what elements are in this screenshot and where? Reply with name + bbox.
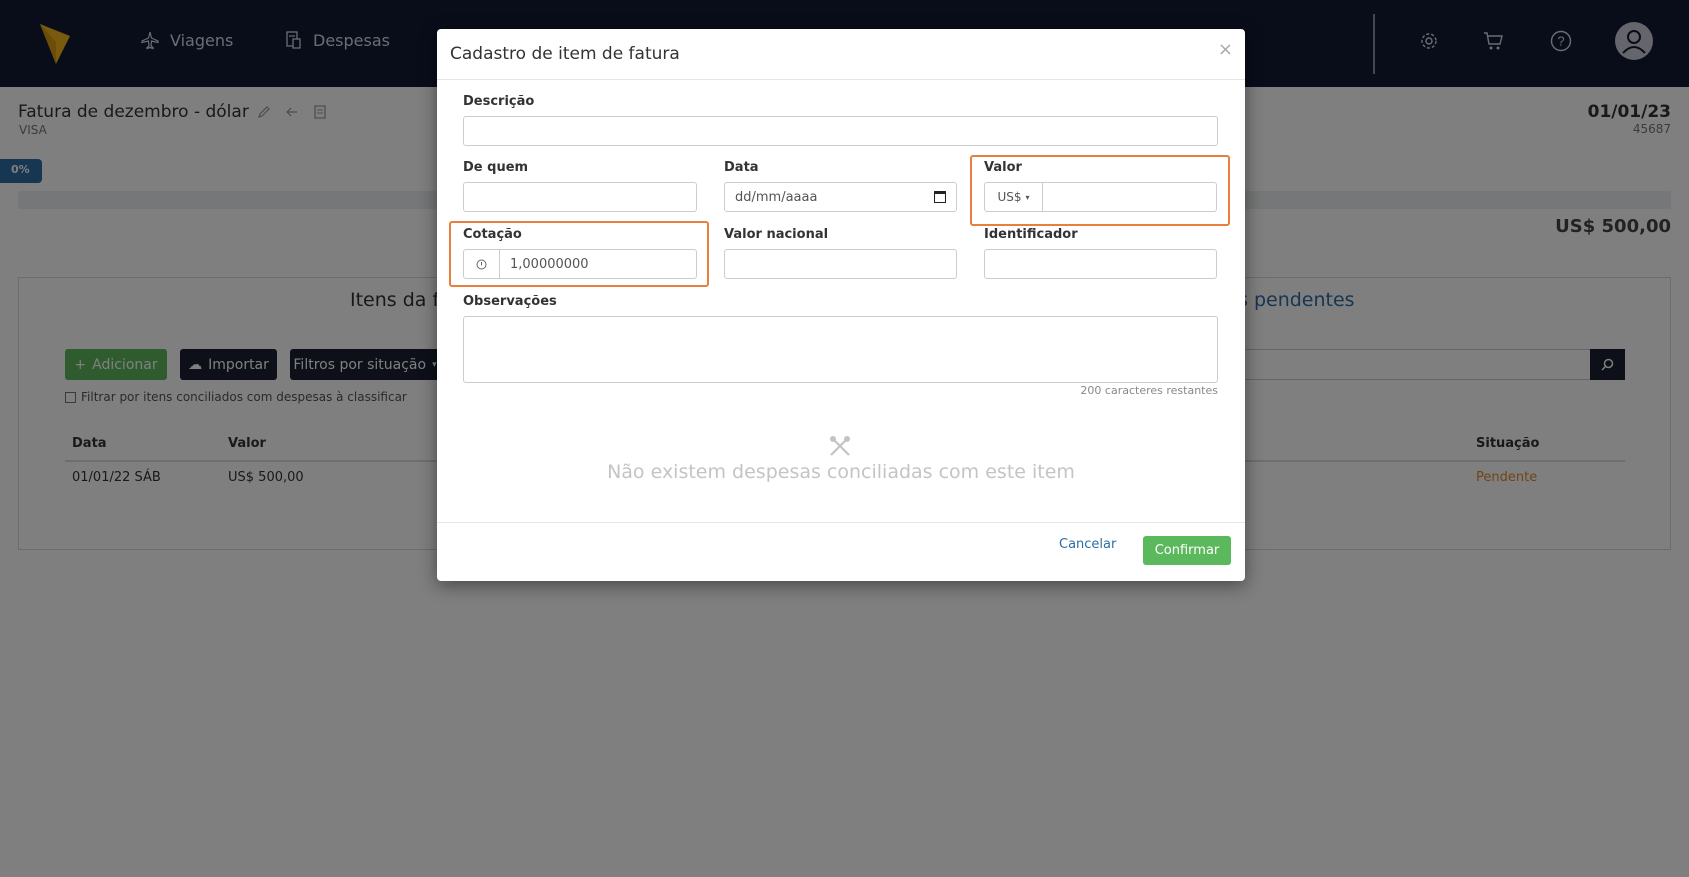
observacoes-label: Observações <box>463 294 557 309</box>
de-quem-field[interactable] <box>463 182 697 212</box>
observacoes-textarea[interactable] <box>463 316 1218 383</box>
modal-title: Cadastro de item de fatura <box>450 44 680 64</box>
valor-highlight <box>970 155 1230 226</box>
empty-state-message: Não existem despesas conciliadas com est… <box>607 461 1075 483</box>
valor-nacional-label: Valor nacional <box>724 227 829 242</box>
invoice-item-modal: Cadastro de item de fatura × Descrição D… <box>437 29 1245 581</box>
descricao-label: Descrição <box>463 94 535 109</box>
identificador-field[interactable] <box>984 249 1217 279</box>
close-icon[interactable]: × <box>1218 39 1233 60</box>
calendar-icon[interactable] <box>934 191 946 203</box>
identificador-label: Identificador <box>984 227 1078 242</box>
cotacao-highlight <box>449 221 709 287</box>
character-counter: 200 caracteres restantes <box>1080 384 1218 397</box>
modal-header-divider <box>437 79 1245 80</box>
cancel-button[interactable]: Cancelar <box>1059 537 1116 552</box>
data-label: Data <box>724 160 759 175</box>
data-field[interactable]: dd/mm/aaaa <box>724 182 957 212</box>
valor-nacional-field[interactable] <box>724 249 957 279</box>
descricao-field[interactable] <box>463 116 1218 146</box>
confirm-button[interactable]: Confirmar <box>1143 536 1231 565</box>
modal-footer-divider <box>437 522 1245 523</box>
de-quem-label: De quem <box>463 160 529 175</box>
utensils-icon <box>830 436 850 456</box>
